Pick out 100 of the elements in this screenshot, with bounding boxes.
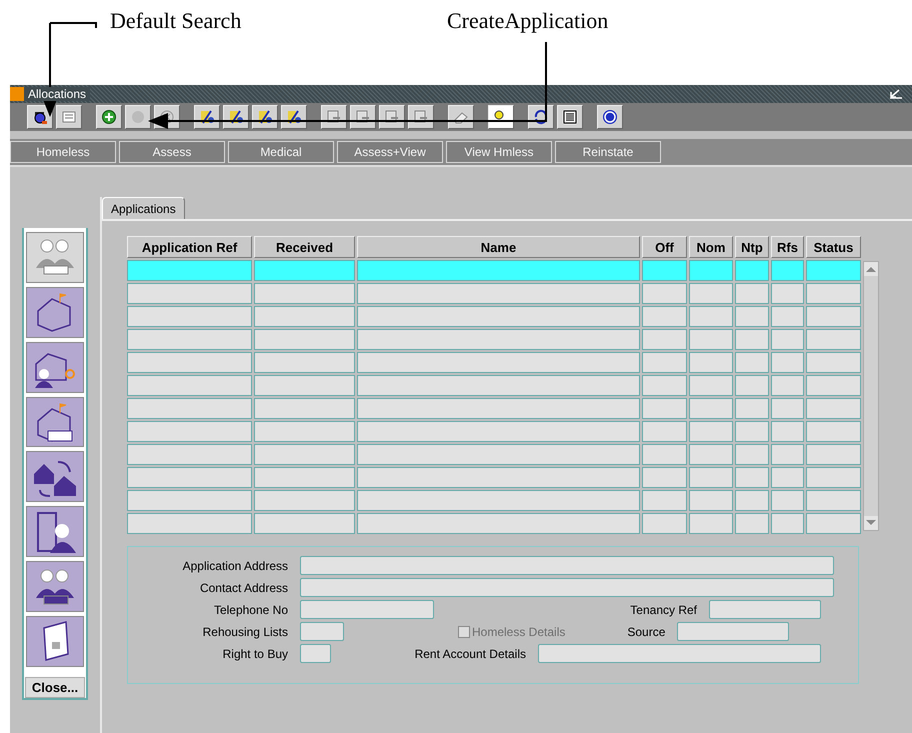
table-cell[interactable] — [642, 513, 687, 534]
tab[interactable]: Applications — [102, 197, 185, 219]
column-header[interactable]: Name — [357, 236, 640, 258]
toolbar-button[interactable] — [379, 105, 405, 129]
input-field[interactable] — [300, 622, 344, 641]
toolbar-button[interactable] — [252, 105, 278, 129]
column-header[interactable]: Application Ref — [127, 236, 252, 258]
table-cell[interactable] — [254, 398, 355, 419]
table-cell[interactable] — [642, 329, 687, 350]
table-cell[interactable] — [735, 421, 769, 442]
table-cell[interactable] — [127, 306, 252, 327]
table-cell[interactable] — [735, 352, 769, 373]
table-cell[interactable] — [127, 260, 252, 281]
table-cell[interactable] — [689, 398, 733, 419]
table-cell[interactable] — [771, 352, 804, 373]
table-cell[interactable] — [735, 306, 769, 327]
sidebar-button[interactable] — [26, 451, 84, 502]
table-cell[interactable] — [771, 490, 804, 511]
table-cell[interactable] — [254, 490, 355, 511]
toolbar-button[interactable] — [96, 105, 122, 129]
scroll-down-button[interactable] — [864, 516, 878, 530]
sidebar-button[interactable] — [26, 616, 84, 667]
table-cell[interactable] — [735, 260, 769, 281]
table-cell[interactable] — [357, 513, 640, 534]
input-field[interactable] — [300, 556, 834, 575]
table-cell[interactable] — [642, 283, 687, 304]
table-cell[interactable] — [771, 283, 804, 304]
table-cell[interactable] — [806, 329, 861, 350]
column-header[interactable]: Off — [642, 236, 687, 258]
table-cell[interactable] — [127, 329, 252, 350]
input-field[interactable] — [538, 644, 821, 663]
table-cell[interactable] — [127, 467, 252, 488]
table-cell[interactable] — [806, 398, 861, 419]
table-cell[interactable] — [254, 467, 355, 488]
table-cell[interactable] — [689, 306, 733, 327]
table-cell[interactable] — [357, 490, 640, 511]
table-cell[interactable] — [689, 490, 733, 511]
table-cell[interactable] — [357, 329, 640, 350]
toolbar-button[interactable] — [597, 105, 623, 129]
table-cell[interactable] — [254, 421, 355, 442]
table-cell[interactable] — [689, 283, 733, 304]
table-cell[interactable] — [806, 306, 861, 327]
table-cell[interactable] — [735, 283, 769, 304]
table-cell[interactable] — [735, 513, 769, 534]
table-cell[interactable] — [689, 352, 733, 373]
table-cell[interactable] — [254, 513, 355, 534]
scrollbar[interactable] — [863, 261, 879, 531]
table-cell[interactable] — [771, 260, 804, 281]
table-cell[interactable] — [806, 260, 861, 281]
table-cell[interactable] — [806, 467, 861, 488]
table-cell[interactable] — [357, 421, 640, 442]
table-cell[interactable] — [771, 398, 804, 419]
sidebar-button[interactable] — [26, 286, 84, 338]
table-cell[interactable] — [127, 398, 252, 419]
column-header[interactable]: Ntp — [735, 236, 769, 258]
table-cell[interactable] — [689, 513, 733, 534]
sidebar-button[interactable] — [26, 396, 84, 448]
table-cell[interactable] — [357, 444, 640, 465]
table-cell[interactable] — [806, 421, 861, 442]
sidebar-button[interactable] — [26, 342, 84, 393]
table-cell[interactable] — [127, 513, 252, 534]
table-cell[interactable] — [806, 513, 861, 534]
table-cell[interactable] — [771, 329, 804, 350]
table-cell[interactable] — [771, 513, 804, 534]
table-cell[interactable] — [127, 490, 252, 511]
table-cell[interactable] — [689, 329, 733, 350]
close-button[interactable]: Close... — [25, 676, 85, 698]
toolbar-button[interactable] — [448, 105, 474, 129]
table-cell[interactable] — [735, 375, 769, 396]
table-cell[interactable] — [357, 467, 640, 488]
input-field[interactable] — [677, 622, 790, 641]
table-cell[interactable] — [642, 444, 687, 465]
table-cell[interactable] — [357, 398, 640, 419]
table-cell[interactable] — [642, 421, 687, 442]
table-cell[interactable] — [357, 352, 640, 373]
table-cell[interactable] — [806, 375, 861, 396]
table-cell[interactable] — [642, 490, 687, 511]
table-cell[interactable] — [806, 352, 861, 373]
table-cell[interactable] — [735, 444, 769, 465]
table-cell[interactable] — [771, 444, 804, 465]
table-cell[interactable] — [642, 467, 687, 488]
toolbar-button[interactable] — [27, 105, 53, 129]
sidebar-button[interactable] — [26, 561, 84, 612]
table-cell[interactable] — [127, 444, 252, 465]
table-cell[interactable] — [642, 306, 687, 327]
table-cell[interactable] — [771, 467, 804, 488]
sidebar-button[interactable] — [26, 506, 84, 558]
table-cell[interactable] — [771, 421, 804, 442]
table-cell[interactable] — [254, 283, 355, 304]
table-cell[interactable] — [689, 467, 733, 488]
table-cell[interactable] — [357, 283, 640, 304]
table-cell[interactable] — [254, 352, 355, 373]
table-cell[interactable] — [127, 283, 252, 304]
table-cell[interactable] — [806, 444, 861, 465]
toolbar-button[interactable] — [223, 105, 249, 129]
table-cell[interactable] — [254, 260, 355, 281]
table-cell[interactable] — [642, 260, 687, 281]
table-cell[interactable] — [254, 329, 355, 350]
table-cell[interactable] — [689, 260, 733, 281]
toolbar-button[interactable] — [408, 105, 434, 129]
